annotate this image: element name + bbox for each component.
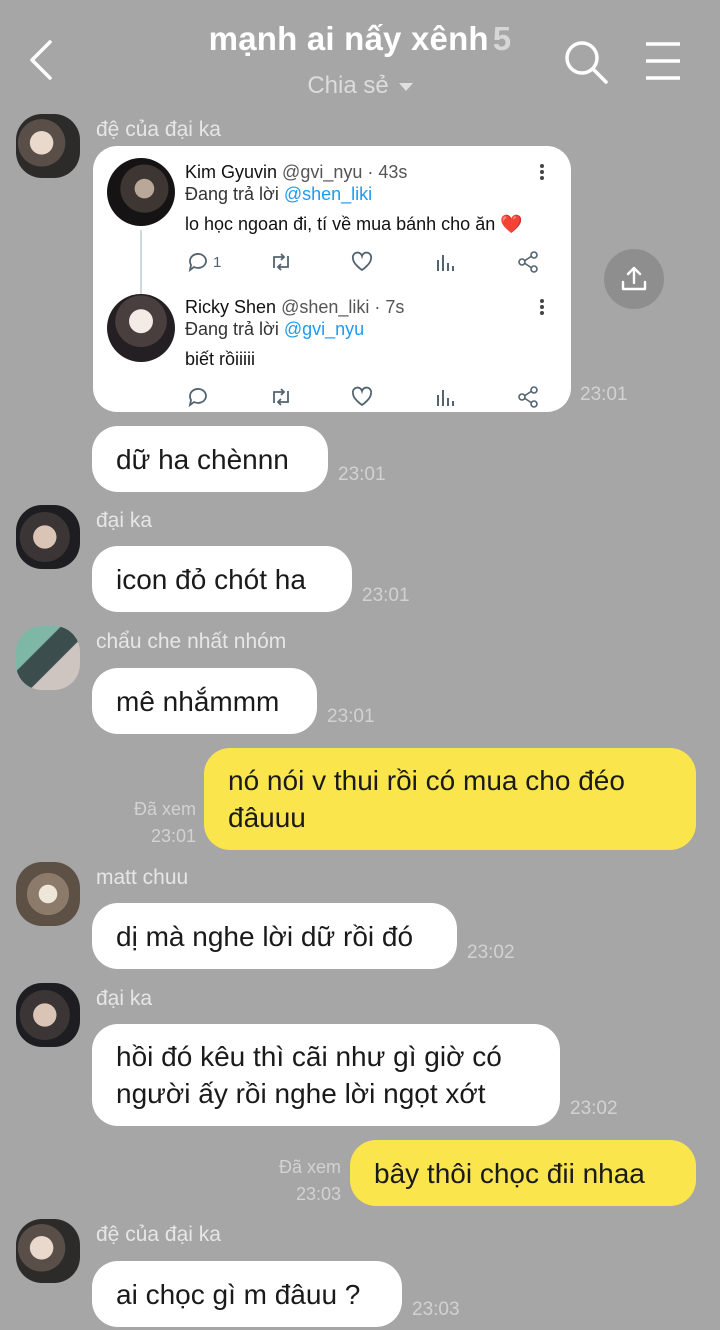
avatar[interactable]: [16, 1219, 80, 1283]
tweet-author: Ricky Shen @shen_liki · 7s: [185, 297, 404, 318]
message-text: ai chọc gì m đâuu ?: [116, 1278, 361, 1310]
message-time: 23:01: [362, 585, 410, 606]
tweet-handle: @gvi_nyu · 43s: [282, 162, 408, 182]
message-time: 23:03: [295, 1184, 341, 1204]
more-options-icon[interactable]: [537, 297, 547, 319]
message-time: 23:02: [570, 1098, 618, 1119]
message-bubble[interactable]: dữ ha chènnn: [92, 426, 328, 492]
tweet-text: lo học ngoan đi, tí về mua bánh cho ăn ❤…: [185, 214, 523, 234]
bar-chart-icon: [437, 390, 454, 406]
retweet-action[interactable]: [269, 250, 293, 274]
hamburger-menu-icon: [646, 42, 680, 80]
reply-prefix: Đang trả lời: [185, 319, 279, 339]
message-text: nó nói v thui rồi có mua cho đéo đâuuu: [228, 765, 625, 833]
sender-name: đại ka: [96, 987, 153, 1010]
share-dropdown[interactable]: Chia sẻ: [0, 72, 720, 100]
message-text: bây thôi chọc đii nhaa: [374, 1157, 645, 1189]
retweet-icon: [273, 253, 289, 271]
message-time: 23:01: [580, 384, 628, 405]
share-nodes-icon: [518, 386, 538, 408]
message-status: Đã xem 23:01: [110, 796, 196, 850]
tweet-author-name: Ricky Shen: [185, 297, 277, 317]
views-action[interactable]: [435, 385, 455, 409]
message-time: 23:02: [467, 942, 515, 963]
message-bubble[interactable]: ai chọc gì m đâuu ?: [92, 1261, 402, 1327]
sender-name: đệ của đại ka: [96, 1223, 221, 1246]
reply-action[interactable]: [187, 385, 209, 409]
menu-button[interactable]: [640, 40, 686, 82]
mention-link[interactable]: @shen_liki: [284, 184, 372, 204]
sender-name: đại ka: [96, 509, 153, 532]
upload-icon: [621, 266, 647, 291]
sender-name: matt chuu: [96, 866, 189, 889]
message-text: mê nhắmmm: [116, 685, 280, 717]
sender-name: chẩu che nhất nhóm: [96, 630, 287, 653]
share-action[interactable]: [517, 250, 539, 274]
tweet-author-name: Kim Gyuvin: [185, 162, 278, 182]
retweet-icon: [273, 388, 289, 406]
message-text: dị mà nghe lời dữ rồi đó: [116, 920, 414, 952]
avatar[interactable]: [16, 505, 80, 569]
reply-icon: [188, 253, 207, 273]
search-icon: [565, 41, 608, 84]
reply-icon: [188, 388, 207, 408]
chat-title: mạnh ai nấy xênh 5: [0, 20, 720, 58]
share-nodes-icon: [518, 251, 538, 273]
bar-chart-icon: [437, 255, 454, 271]
avatar[interactable]: [16, 983, 80, 1047]
heart-icon: [351, 251, 373, 272]
reply-prefix: Đang trả lời: [185, 184, 279, 204]
message-bubble[interactable]: hồi đó kêu thì cãi như gì giờ có người ấ…: [92, 1024, 560, 1126]
tweet-text: biết rồiiiii: [185, 349, 256, 369]
tweet-author: Kim Gyuvin @gvi_nyu · 43s: [185, 162, 407, 183]
message-text: hồi đó kêu thì cãi như gì giờ có người ấ…: [116, 1041, 502, 1109]
message-text: dữ ha chènnn: [116, 443, 289, 475]
reply-context: Đang trả lời @gvi_nyu: [185, 319, 364, 340]
message-time: 23:01: [150, 826, 196, 846]
message-time: 23:03: [412, 1299, 460, 1320]
message-bubble[interactable]: nó nói v thui rồi có mua cho đéo đâuuu: [204, 748, 696, 850]
message-time: 23:01: [327, 706, 375, 727]
sender-name: đệ của đại ka: [96, 118, 221, 141]
caret-down-icon: [398, 82, 413, 91]
message-bubble[interactable]: bây thôi chọc đii nhaa: [350, 1140, 696, 1206]
message-bubble[interactable]: icon đỏ chót ha: [92, 546, 352, 612]
share-action[interactable]: [517, 385, 539, 409]
seen-label: Đã xem: [278, 1157, 341, 1177]
heart-icon: [351, 386, 373, 407]
message-time: 23:01: [338, 464, 386, 485]
tweet-avatar: [107, 294, 175, 362]
search-button[interactable]: [562, 38, 610, 86]
thread-line: [140, 230, 142, 294]
reply-context: Đang trả lời @shen_liki: [185, 184, 372, 205]
tweet-card[interactable]: Kim Gyuvin @gvi_nyu · 43s Đang trả lời @…: [93, 146, 571, 412]
like-action[interactable]: [351, 250, 373, 274]
reply-action[interactable]: 1: [187, 250, 221, 274]
avatar[interactable]: [16, 114, 80, 178]
avatar[interactable]: [16, 626, 80, 690]
mention-link[interactable]: @gvi_nyu: [284, 319, 364, 339]
share-label: Chia sẻ: [307, 72, 389, 99]
more-options-icon[interactable]: [537, 162, 547, 184]
message-status: Đã xem 23:03: [255, 1154, 341, 1208]
avatar[interactable]: [16, 862, 80, 926]
seen-label: Đã xem: [133, 799, 196, 819]
member-count: 5: [492, 20, 512, 57]
forward-share-button[interactable]: [604, 249, 664, 309]
views-action[interactable]: [435, 250, 455, 274]
retweet-action[interactable]: [269, 385, 293, 409]
message-bubble[interactable]: mê nhắmmm: [92, 668, 317, 734]
tweet-avatar: [107, 158, 175, 226]
message-bubble[interactable]: dị mà nghe lời dữ rồi đó: [92, 903, 457, 969]
message-text: icon đỏ chót ha: [116, 563, 306, 595]
chat-name: mạnh ai nấy xênh: [208, 20, 489, 57]
reply-count: 1: [213, 253, 222, 271]
tweet-handle: @shen_liki · 7s: [281, 297, 405, 317]
like-action[interactable]: [351, 385, 373, 409]
